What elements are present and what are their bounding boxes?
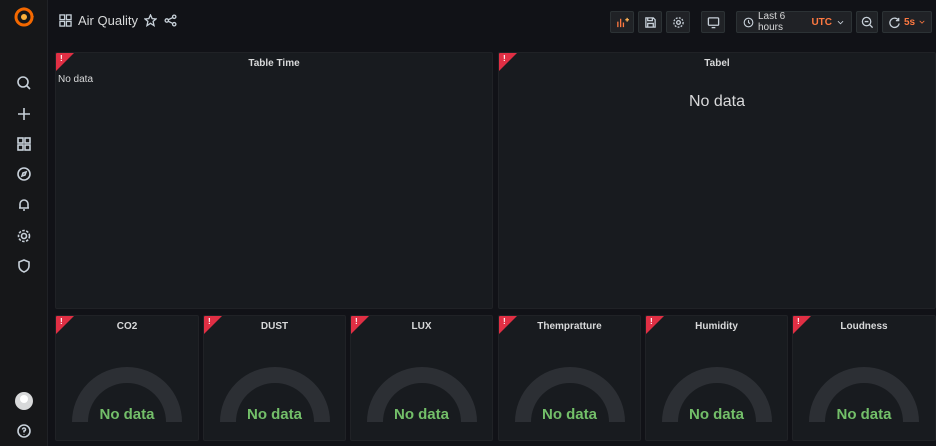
panel-gauge-loudness: ! Loudness No data	[792, 315, 936, 441]
dashboards-icon	[58, 14, 72, 28]
chevron-down-icon	[836, 18, 845, 27]
explore-icon[interactable]	[14, 164, 34, 184]
add-panel-icon	[616, 16, 629, 29]
save-button[interactable]	[638, 11, 662, 33]
dashboard-settings-button[interactable]	[666, 11, 690, 33]
sidebar	[0, 0, 48, 446]
panel-title[interactable]: CO2	[56, 321, 198, 332]
refresh-icon[interactable]	[888, 16, 901, 29]
zoom-out-icon	[861, 16, 874, 29]
alerting-icon[interactable]	[14, 195, 34, 215]
panel-title[interactable]: Table Time	[56, 58, 492, 69]
grafana-logo-icon[interactable]	[13, 6, 35, 28]
zoom-out-button[interactable]	[856, 11, 878, 33]
gauge-no-data: No data	[836, 406, 892, 423]
panel-gauge-lux: ! LUX No data	[350, 315, 493, 441]
panel-gauge-co2: ! CO2 No data	[55, 315, 199, 441]
add-panel-button[interactable]	[610, 11, 634, 33]
dashboard-title[interactable]: Air Quality	[78, 13, 138, 28]
gauge-no-data: No data	[688, 406, 744, 423]
search-icon[interactable]	[14, 73, 34, 93]
panel-title[interactable]: Thempratture	[499, 321, 640, 332]
gauge-no-data: No data	[393, 406, 449, 423]
time-picker[interactable]: Last 6 hours UTC	[736, 11, 852, 33]
topbar: Air Quality Last 6 hours UTC 5s	[48, 0, 936, 44]
tv-icon	[707, 16, 720, 29]
panel-title[interactable]: Loudness	[793, 321, 935, 332]
timezone-label: UTC	[811, 16, 832, 28]
panel-title[interactable]: DUST	[204, 321, 345, 332]
panel-gauge-dust: ! DUST No data	[203, 315, 346, 441]
save-icon	[644, 16, 657, 29]
dashboards-icon[interactable]	[14, 134, 34, 154]
panel-title[interactable]: LUX	[351, 321, 492, 332]
gauge-no-data: No data	[99, 406, 155, 423]
clock-icon	[743, 17, 754, 28]
avatar[interactable]	[15, 392, 33, 410]
plus-icon[interactable]	[14, 104, 34, 124]
panel-tabel: ! Tabel No data	[498, 52, 936, 309]
no-data-message: No data	[58, 74, 94, 85]
tv-mode-button[interactable]	[701, 11, 725, 33]
star-icon[interactable]	[144, 14, 158, 28]
no-data-message: No data	[688, 93, 746, 110]
refresh-interval-label: 5s	[903, 16, 916, 28]
settings-icon	[672, 16, 685, 29]
settings-icon[interactable]	[14, 226, 34, 246]
panel-table-time: ! Table Time No data	[55, 52, 493, 309]
help-icon[interactable]	[14, 421, 34, 441]
panel-title[interactable]: Humidity	[646, 321, 787, 332]
share-icon[interactable]	[164, 14, 178, 28]
gauge-no-data: No data	[541, 406, 597, 423]
dashboard-header: Air Quality	[58, 13, 178, 28]
panel-title[interactable]: Tabel	[499, 58, 935, 69]
refresh-picker[interactable]: 5s	[882, 11, 932, 33]
panel-gauge-humidity: ! Humidity No data	[645, 315, 788, 441]
panel-gauge-temperature: ! Thempratture No data	[498, 315, 641, 441]
gauge-no-data: No data	[246, 406, 302, 423]
chevron-down-icon	[918, 18, 926, 26]
shield-icon[interactable]	[14, 256, 34, 276]
time-range-label: Last 6 hours	[758, 11, 786, 33]
